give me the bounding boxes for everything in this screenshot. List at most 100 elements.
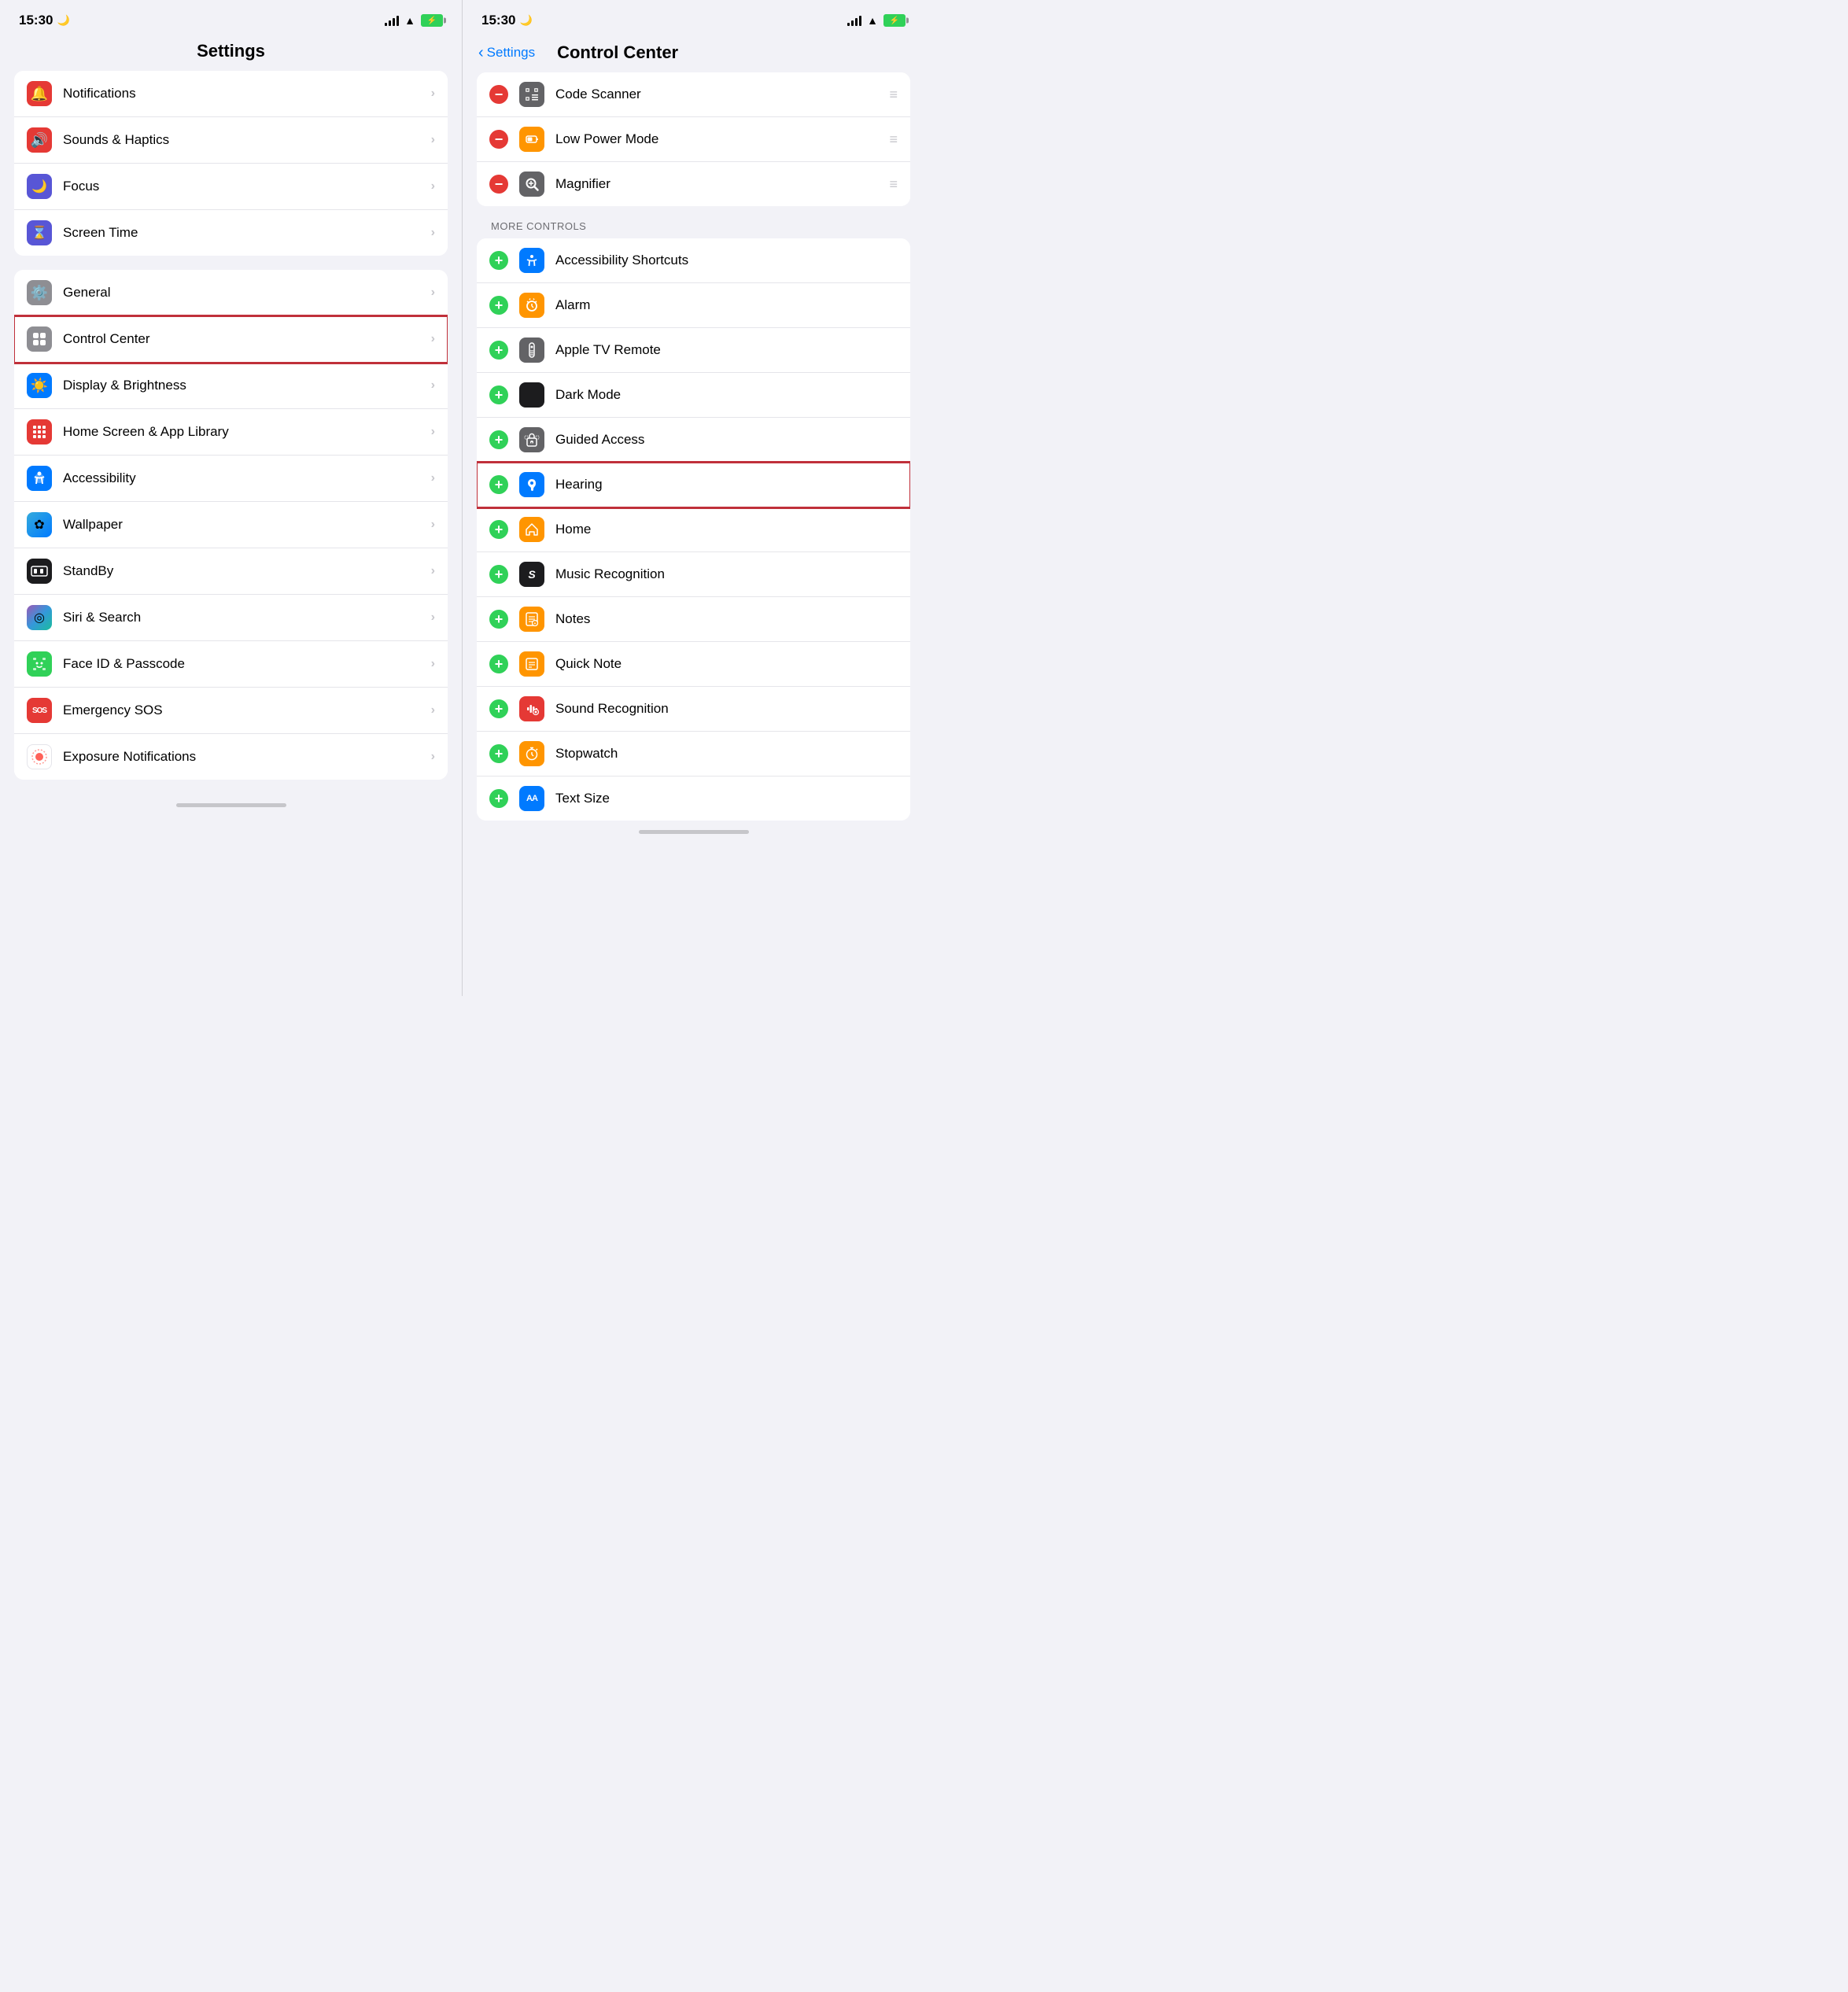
siri-label: Siri & Search: [63, 610, 431, 625]
cc-item-notes[interactable]: + + Notes: [477, 597, 910, 642]
cc-item-accessibility-shortcuts[interactable]: + Accessibility Shortcuts: [477, 238, 910, 283]
cc-item-stopwatch[interactable]: + Stopwatch: [477, 732, 910, 777]
alarm-label: Alarm: [555, 297, 898, 313]
cc-item-magnifier[interactable]: − Magnifier ≡: [477, 162, 910, 206]
add-stopwatch-button[interactable]: +: [489, 744, 508, 763]
back-chevron-icon: ‹: [478, 44, 484, 62]
sidebar-item-accessibility[interactable]: Accessibility ›: [14, 456, 448, 502]
sidebar-item-siri[interactable]: ◎ Siri & Search ›: [14, 595, 448, 641]
notes-icon: +: [519, 607, 544, 632]
left-status-bar: 15:30 🌙 ▲ ⚡: [0, 0, 462, 35]
remove-low-power-button[interactable]: −: [489, 130, 508, 149]
cc-item-code-scanner[interactable]: − Code Scanner ≡: [477, 72, 910, 117]
music-recognition-label: Music Recognition: [555, 566, 898, 582]
add-apple-tv-remote-button[interactable]: +: [489, 341, 508, 360]
guided-access-icon: [519, 427, 544, 452]
quick-note-icon: [519, 651, 544, 677]
svg-text:+: +: [534, 622, 537, 626]
cc-item-guided-access[interactable]: + Guided Access: [477, 418, 910, 463]
exposure-icon: [27, 744, 52, 769]
cc-item-quick-note[interactable]: + Quick Note: [477, 642, 910, 687]
cc-item-alarm[interactable]: + Alarm: [477, 283, 910, 328]
standby-chevron: ›: [431, 564, 435, 578]
text-size-label: Text Size: [555, 791, 898, 806]
wallpaper-icon: ✿: [27, 512, 52, 537]
sidebar-item-general[interactable]: ⚙️ General ›: [14, 270, 448, 316]
right-nav-bar: ‹ Settings Control Center: [463, 35, 924, 72]
remove-magnifier-button[interactable]: −: [489, 175, 508, 194]
more-controls-header: MORE CONTROLS: [463, 206, 924, 238]
display-icon: ☀️: [27, 373, 52, 398]
sidebar-item-faceid[interactable]: Face ID & Passcode ›: [14, 641, 448, 688]
sounds-icon: 🔊: [27, 127, 52, 153]
add-dark-mode-button[interactable]: +: [489, 385, 508, 404]
hearing-icon: [519, 472, 544, 497]
sidebar-item-notifications[interactable]: 🔔 Notifications ›: [14, 71, 448, 117]
accessibility-chevron: ›: [431, 471, 435, 485]
display-chevron: ›: [431, 378, 435, 393]
add-music-recognition-button[interactable]: +: [489, 565, 508, 584]
add-text-size-button[interactable]: +: [489, 789, 508, 808]
sounds-label: Sounds & Haptics: [63, 132, 431, 148]
cc-item-text-size[interactable]: + AA Text Size: [477, 777, 910, 821]
dark-mode-label: Dark Mode: [555, 387, 898, 403]
sidebar-item-wallpaper[interactable]: ✿ Wallpaper ›: [14, 502, 448, 548]
cc-item-apple-tv-remote[interactable]: + Apple TV Remote: [477, 328, 910, 373]
add-guided-access-button[interactable]: +: [489, 430, 508, 449]
sidebar-item-emergency[interactable]: SOS Emergency SOS ›: [14, 688, 448, 734]
wallpaper-label: Wallpaper: [63, 517, 431, 533]
right-phone-panel: 15:30 🌙 ▲ ⚡ ‹ Settings Control Center −: [462, 0, 924, 996]
home-screen-label: Home Screen & App Library: [63, 424, 431, 440]
cc-item-dark-mode[interactable]: + Dark Mode: [477, 373, 910, 418]
home-icon: [519, 517, 544, 542]
control-center-chevron: ›: [431, 332, 435, 346]
sidebar-item-display[interactable]: ☀️ Display & Brightness ›: [14, 363, 448, 409]
add-quick-note-button[interactable]: +: [489, 655, 508, 673]
right-wifi-icon: ▲: [867, 14, 878, 27]
notifications-icon: 🔔: [27, 81, 52, 106]
add-sound-recognition-button[interactable]: +: [489, 699, 508, 718]
add-hearing-button[interactable]: +: [489, 475, 508, 494]
left-wifi-icon: ▲: [404, 14, 415, 27]
exposure-label: Exposure Notifications: [63, 749, 431, 765]
low-power-drag-handle[interactable]: ≡: [889, 131, 898, 148]
sidebar-item-focus[interactable]: 🌙 Focus ›: [14, 164, 448, 210]
emergency-chevron: ›: [431, 703, 435, 717]
left-battery-icon: ⚡: [421, 14, 443, 27]
sidebar-item-standby[interactable]: StandBy ›: [14, 548, 448, 595]
cc-item-music-recognition[interactable]: + S Music Recognition: [477, 552, 910, 597]
cc-item-sound-recognition[interactable]: + Sound Recognition: [477, 687, 910, 732]
general-label: General: [63, 285, 431, 301]
settings-group-2: ⚙️ General › Control Center › ☀️ Display…: [14, 270, 448, 780]
back-button[interactable]: ‹ Settings: [478, 44, 535, 62]
emergency-icon: SOS: [27, 698, 52, 723]
code-scanner-icon: [519, 82, 544, 107]
sidebar-item-screen-time[interactable]: ⌛ Screen Time ›: [14, 210, 448, 256]
add-notes-button[interactable]: +: [489, 610, 508, 629]
right-time: 15:30 🌙: [481, 13, 533, 28]
sidebar-item-control-center[interactable]: Control Center ›: [14, 316, 448, 363]
control-center-icon: [27, 326, 52, 352]
cc-item-low-power[interactable]: − Low Power Mode ≡: [477, 117, 910, 162]
sidebar-item-exposure[interactable]: Exposure Notifications ›: [14, 734, 448, 780]
right-status-icons: ▲ ⚡: [847, 14, 906, 27]
control-center-label: Control Center: [63, 331, 431, 347]
remove-code-scanner-button[interactable]: −: [489, 85, 508, 104]
cc-item-home[interactable]: + Home: [477, 507, 910, 552]
back-label: Settings: [487, 45, 535, 61]
add-home-button[interactable]: +: [489, 520, 508, 539]
add-accessibility-shortcuts-button[interactable]: +: [489, 251, 508, 270]
right-signal-icon: [847, 16, 861, 26]
screen-time-icon: ⌛: [27, 220, 52, 245]
code-scanner-label: Code Scanner: [555, 87, 889, 102]
magnifier-drag-handle[interactable]: ≡: [889, 176, 898, 193]
siri-chevron: ›: [431, 611, 435, 625]
sidebar-item-sounds[interactable]: 🔊 Sounds & Haptics ›: [14, 117, 448, 164]
alarm-icon: [519, 293, 544, 318]
sidebar-item-home-screen[interactable]: Home Screen & App Library ›: [14, 409, 448, 456]
general-icon: ⚙️: [27, 280, 52, 305]
add-alarm-button[interactable]: +: [489, 296, 508, 315]
cc-item-hearing[interactable]: + Hearing: [477, 463, 910, 507]
accessibility-icon: [27, 466, 52, 491]
code-scanner-drag-handle[interactable]: ≡: [889, 87, 898, 103]
